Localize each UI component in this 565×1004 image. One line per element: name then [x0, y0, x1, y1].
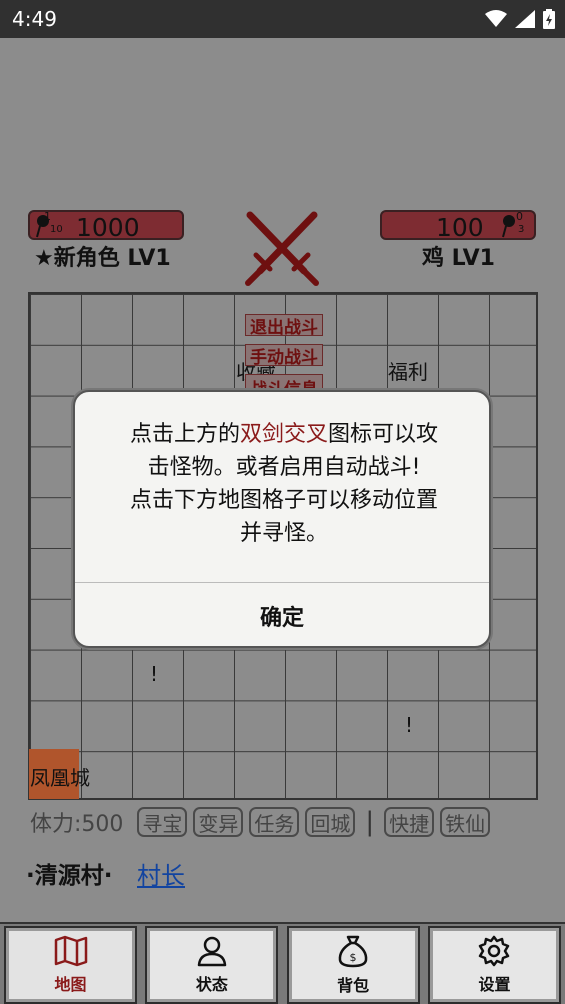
event-marker[interactable]: ! [405, 713, 413, 737]
player-icon-top: 1 [44, 210, 51, 223]
signal-icon [515, 10, 535, 28]
nav-settings-label: 设置 [478, 975, 511, 994]
dialog-line4: 并寻怪。 [239, 521, 328, 546]
dialog-highlight: 双剑交叉 [239, 422, 328, 447]
enemy-hp-value: 100 [436, 213, 484, 242]
confirm-button[interactable]: 确定 [75, 583, 489, 646]
dialog-line1-post: 图标可以攻 [328, 422, 439, 447]
enemy-hp-bar: 100 0 3 [380, 210, 536, 242]
village-name: ·清源村· [26, 863, 113, 889]
svg-text:$: $ [350, 951, 357, 964]
nav-bag[interactable]: $ 背包 [286, 926, 420, 1004]
manual-battle-button[interactable]: 手动战斗 [245, 344, 323, 368]
enemy-icon-top: 0 [516, 210, 523, 223]
mutate-button[interactable]: 变异 [193, 807, 244, 837]
player-hp-value: 1000 [76, 213, 140, 242]
player-hp-bar: 1 10 1000 [28, 210, 184, 242]
stamina-label: 体力:500 [30, 812, 124, 837]
dialog-line1-pre: 点击上方的 [129, 422, 240, 447]
separator: | [365, 807, 375, 837]
status-bar: 4:49 [0, 0, 565, 38]
battery-icon [543, 9, 555, 29]
dialog-line2: 击怪物。或者启用自动战斗! [147, 455, 421, 480]
nav-status-label: 状态 [195, 975, 228, 994]
action-row: 体力:500 寻宝 变异 任务 回城 | 快捷 铁仙 [30, 806, 491, 838]
nav-map[interactable]: 地图 [4, 926, 137, 1004]
tutorial-dialog: 点击上方的双剑交叉图标可以攻 击怪物。或者启用自动战斗! 点击下方地图格子可以移… [73, 390, 491, 648]
enemy-name: 鸡 LV1 [422, 246, 495, 271]
welfare-label[interactable]: 福利 [388, 356, 428, 385]
treasure-button[interactable]: 寻宝 [137, 807, 188, 837]
status-icons [485, 9, 555, 29]
player-icon-sub: 10 [50, 224, 63, 235]
npc-link[interactable]: 村长 [137, 856, 185, 891]
dialog-message: 点击上方的双剑交叉图标可以攻 击怪物。或者启用自动战斗! 点击下方地图格子可以移… [91, 418, 477, 550]
wifi-icon [485, 10, 507, 27]
status-time: 4:49 [12, 7, 57, 31]
nav-map-label: 地图 [54, 975, 87, 994]
city-label[interactable]: 凤凰城 [30, 762, 90, 791]
return-city-button[interactable]: 回城 [305, 807, 356, 837]
gear-icon [479, 935, 510, 967]
task-button[interactable]: 任务 [249, 807, 300, 837]
exit-battle-button[interactable]: 退出战斗 [245, 314, 323, 338]
shortcut-button[interactable]: 快捷 [384, 807, 435, 837]
nav-settings[interactable]: 设置 [427, 926, 561, 1004]
event-marker[interactable]: ! [150, 662, 158, 686]
player-name: ★新角色 LV1 [34, 246, 171, 271]
bottom-nav: 地图 状态 $ 背包 设置 [0, 922, 565, 1004]
crossed-swords-icon[interactable] [240, 205, 324, 289]
person-icon [197, 936, 227, 967]
nav-bag-label: 背包 [337, 976, 370, 995]
bag-icon: $ [338, 935, 368, 968]
nav-status[interactable]: 状态 [145, 926, 279, 1004]
enemy-icon-sub: 3 [518, 224, 525, 235]
dialog-line3: 点击下方地图格子可以移动位置 [129, 488, 438, 513]
iron-immortal-button[interactable]: 铁仙 [440, 807, 491, 837]
map-icon [54, 935, 87, 967]
